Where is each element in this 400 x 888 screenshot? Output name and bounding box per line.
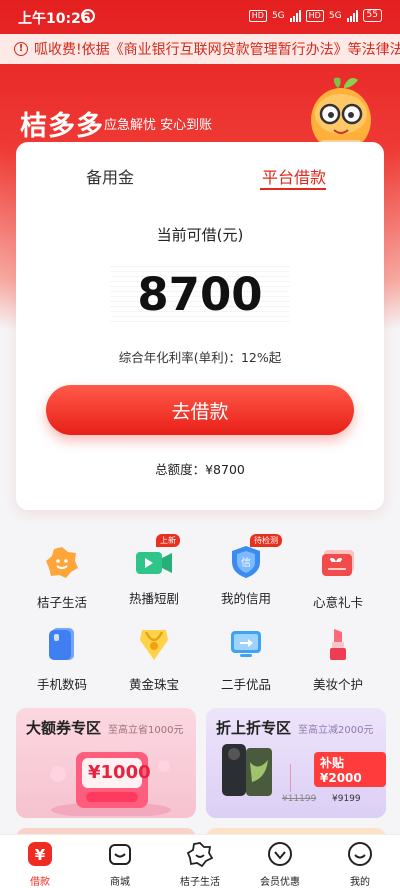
- tab-label: 我的: [350, 877, 370, 888]
- tab-profile[interactable]: 我的: [320, 841, 400, 888]
- tab-label: 借款: [30, 877, 50, 888]
- service-label: 二手优品: [220, 677, 271, 692]
- tab-label: 会员优惠: [260, 877, 300, 888]
- borrow-button[interactable]: 去借款: [46, 385, 354, 435]
- service-label: 我的信用: [220, 591, 271, 606]
- service-secondhand[interactable]: 二手优品: [200, 626, 292, 693]
- coupon-amount: ¥1000: [88, 762, 151, 783]
- orange-smile-icon: [186, 842, 214, 868]
- service-gift-card[interactable]: 心意礼卡: [292, 544, 384, 611]
- service-label: 手机数码: [36, 677, 87, 692]
- service-label: 桔子生活: [36, 595, 87, 610]
- notice-bar[interactable]: ! 呱收费!依据《商业银行互联网贷款管理暂行办法》等法律法规: [0, 34, 400, 64]
- service-short-drama[interactable]: 上新 热播短剧: [108, 534, 200, 607]
- notice-text: 呱收费!依据《商业银行互联网贷款管理暂行办法》等法律法规: [34, 42, 400, 58]
- tab-loan[interactable]: ¥ 借款: [0, 841, 80, 888]
- service-label: 美妆个护: [312, 677, 363, 692]
- service-orange-life[interactable]: 桔子生活: [16, 544, 108, 611]
- hd-icon-2: HD: [305, 9, 324, 22]
- available-label: 当前可借(元): [156, 226, 244, 244]
- subsidy-badge: 补贴¥2000: [314, 752, 386, 787]
- member-heart-icon: [268, 842, 292, 866]
- video-play-icon-wrapper: 上新: [134, 534, 180, 580]
- alarm-icon: [81, 9, 95, 23]
- signal-icon: [289, 9, 301, 22]
- loan-card: 备用金 平台借款 当前可借(元) 8700 综合年化利率(单利)：12%起 去借…: [16, 142, 384, 510]
- promo-title: 折上折专区: [216, 719, 292, 737]
- status-indicators: HD 5G HD 5G 55: [248, 9, 382, 22]
- profile-smile-icon: [348, 842, 372, 866]
- credit-shield-icon: 信: [232, 546, 260, 578]
- promo-subtitle: 至高立省1000元: [108, 725, 184, 736]
- promo-big-coupon[interactable]: 大额券专区 至高立省1000元 ¥1000: [16, 708, 196, 818]
- status-time: 上午10:26: [18, 11, 91, 27]
- status-bar: 上午10:26 HD 5G HD 5G 55: [0, 0, 400, 34]
- tab-standby-fund[interactable]: 备用金: [86, 164, 134, 188]
- active-tab-indicator: [260, 188, 326, 190]
- new-badge: 上新: [156, 534, 180, 547]
- old-price: ¥11199: [282, 794, 317, 804]
- network-label-2: 5G: [328, 10, 342, 21]
- brand-logo: 桔多多: [20, 111, 104, 142]
- brand-slogan: 应急解忧 安心到账: [104, 118, 213, 133]
- shopping-bag-icon: [109, 844, 131, 865]
- yuan-icon: ¥: [28, 842, 52, 866]
- network-label-1: 5G: [271, 10, 285, 21]
- price-drop-line: [290, 764, 291, 792]
- necklace-icon: [140, 630, 168, 660]
- tab-mall[interactable]: 商城: [80, 841, 160, 888]
- interest-rate-text: 综合年化利率(单利)：12%起: [118, 350, 282, 365]
- phone-icon: [49, 628, 74, 660]
- pending-check-badge: 待检测: [250, 534, 282, 547]
- service-beauty[interactable]: 美妆个护: [292, 626, 384, 693]
- info-icon: !: [14, 42, 28, 56]
- gift-card-icon: [322, 550, 354, 576]
- battery-icon: 55: [362, 9, 382, 22]
- tab-orange-life[interactable]: 桔子生活: [160, 841, 240, 888]
- new-price: ¥9199: [332, 794, 361, 804]
- secondhand-monitor-icon: [231, 631, 261, 657]
- hd-icon: HD: [248, 9, 267, 22]
- promo-discount[interactable]: 折上折专区 至高立减2000元 补贴¥2000 ¥11199 ¥9199: [206, 708, 386, 818]
- tab-label: 桔子生活: [180, 877, 220, 888]
- available-amount: 8700: [137, 268, 263, 321]
- orange-life-icon: [46, 547, 78, 578]
- promo-title: 大额券专区: [26, 719, 102, 737]
- credit-shield-icon-wrapper: 信 待检测: [228, 534, 282, 580]
- service-my-credit[interactable]: 信 待检测 我的信用: [200, 534, 292, 607]
- tab-platform-loan[interactable]: 平台借款: [262, 164, 326, 188]
- service-label: 心意礼卡: [312, 595, 363, 610]
- service-digital[interactable]: 手机数码: [16, 626, 108, 693]
- total-quota: 总额度：¥8700: [155, 462, 245, 477]
- tab-label: 商城: [110, 877, 130, 888]
- video-play-icon: [136, 552, 172, 574]
- svg-text:信: 信: [241, 557, 251, 569]
- service-gold-jewelry[interactable]: 黄金珠宝: [108, 626, 200, 693]
- svg-text:¥: ¥: [35, 846, 46, 864]
- promo-subtitle: 至高立减2000元: [298, 725, 374, 736]
- lipstick-icon: [330, 629, 346, 660]
- bottom-tab-bar: ¥ 借款 商城 桔子生活 会员优惠 我的: [0, 834, 400, 888]
- service-label: 黄金珠宝: [128, 677, 179, 692]
- tab-member[interactable]: 会员优惠: [240, 841, 320, 888]
- signal-icon-2: [346, 9, 358, 22]
- product-phone-image: [222, 744, 272, 796]
- service-label: 热播短剧: [128, 591, 179, 606]
